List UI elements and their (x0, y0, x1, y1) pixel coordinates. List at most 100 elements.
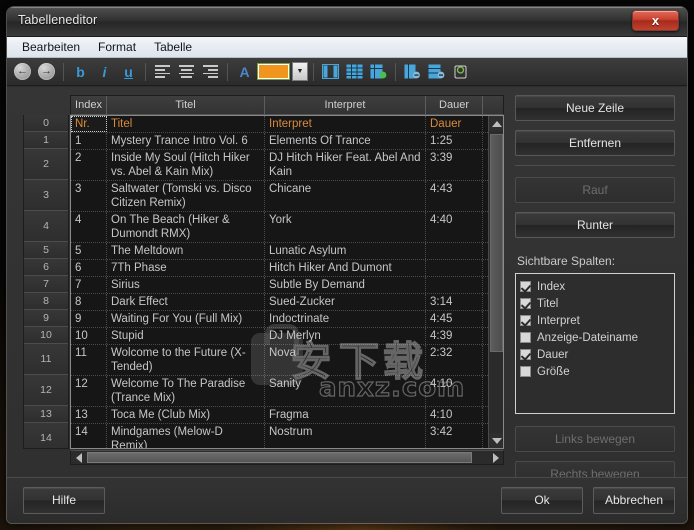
column-header-index[interactable]: Index (71, 96, 107, 114)
close-button[interactable]: x (632, 10, 679, 31)
cell-interpret[interactable]: Fragma (265, 407, 426, 423)
row-index-cell[interactable]: 2 (24, 149, 68, 180)
table-row[interactable]: 9 Waiting For You (Full Mix) Indoctrinate 4… (71, 311, 488, 328)
cell-dauer[interactable]: 4:10 (426, 376, 483, 406)
delete-row-button[interactable] (425, 60, 448, 83)
align-center-button[interactable] (175, 60, 198, 83)
menu-item-bearbeiten[interactable]: Bearbeiten (15, 38, 87, 56)
cell-titel[interactable]: Dark Effect (107, 294, 265, 310)
cell-titel[interactable]: Welcome To The Paradise (Trance Mix) (107, 376, 265, 406)
cell-dauer[interactable]: Dauer (426, 116, 483, 132)
row-index-cell[interactable]: 1 (24, 132, 68, 149)
visible-column-item[interactable]: Interpret (520, 313, 670, 328)
visible-column-item[interactable]: Dauer (520, 347, 670, 362)
cell-dauer[interactable]: 4:43 (426, 181, 483, 211)
cell-dauer[interactable]: 3:14 (426, 294, 483, 310)
scroll-left-button[interactable] (71, 451, 86, 464)
row-index-cell[interactable]: 11 (24, 344, 68, 375)
cell-titel[interactable]: Saltwater (Tomski vs. Disco Citizen Remi… (107, 181, 265, 211)
cell-index[interactable]: 3 (71, 181, 107, 211)
cell-dauer[interactable] (426, 277, 483, 293)
cell-interpret[interactable]: Nova (265, 345, 426, 375)
cell-interpret[interactable]: Interpret (265, 116, 426, 132)
cell-titel[interactable]: Inside My Soul (Hitch Hiker vs. Abel & K… (107, 150, 265, 180)
insert-column-button[interactable] (319, 60, 342, 83)
visible-columns-list[interactable]: Index Titel Interpret Anzeige-Dateiname Daue… (515, 273, 675, 414)
cell-dauer[interactable]: 3:42 (426, 424, 483, 448)
cell-titel[interactable]: Stupid (107, 328, 265, 344)
cell-interpret[interactable]: Sanity (265, 376, 426, 406)
column-header-empty[interactable] (483, 96, 503, 114)
cell-interpret[interactable]: Nostrum (265, 424, 426, 448)
cell-interpret[interactable]: Sued-Zucker (265, 294, 426, 310)
checkbox-icon[interactable] (520, 349, 531, 360)
cell-dauer[interactable]: 1:25 (426, 133, 483, 149)
horizontal-scroll-thumb[interactable] (87, 452, 472, 463)
rauf-button[interactable]: Rauf (515, 177, 675, 203)
insert-row-button[interactable] (343, 60, 366, 83)
cell-titel[interactable]: Titel (107, 116, 265, 132)
clear-table-button[interactable] (449, 60, 472, 83)
row-index-cell[interactable]: 6 (24, 259, 68, 276)
table-row[interactable]: 11 Wolcome to the Future (X-Tended) Nova 2:… (71, 345, 488, 376)
cell-dauer[interactable]: 2:32 (426, 345, 483, 375)
cell-dauer[interactable] (426, 260, 483, 276)
row-index-cell[interactable]: 10 (24, 327, 68, 344)
ok-button[interactable]: Ok (501, 487, 583, 514)
cell-index[interactable]: 10 (71, 328, 107, 344)
row-index-cell[interactable]: 0 (24, 115, 68, 132)
visible-column-item[interactable]: Anzeige-Dateiname (520, 330, 670, 345)
row-index-cell[interactable]: 4 (24, 211, 68, 242)
undo-button[interactable]: ← (11, 60, 34, 83)
cell-dauer[interactable]: 4:40 (426, 212, 483, 242)
cell-interpret[interactable]: Lunatic Asylum (265, 243, 426, 259)
cell-interpret[interactable]: York (265, 212, 426, 242)
underline-button[interactable]: u (117, 60, 140, 83)
table-row[interactable]: 5 The Meltdown Lunatic Asylum (71, 243, 488, 260)
visible-column-item[interactable]: Größe (520, 364, 670, 379)
cell-titel[interactable]: Wolcome to the Future (X-Tended) (107, 345, 265, 375)
cell-index[interactable]: 6 (71, 260, 107, 276)
align-right-button[interactable] (199, 60, 222, 83)
checkbox-icon[interactable] (520, 298, 531, 309)
add-table-button[interactable] (367, 60, 390, 83)
menu-item-format[interactable]: Format (91, 38, 143, 56)
runter-button[interactable]: Runter (515, 212, 675, 238)
redo-button[interactable]: → (35, 60, 58, 83)
cell-index[interactable]: 9 (71, 311, 107, 327)
column-header-titel[interactable]: Titel (107, 96, 265, 114)
align-left-button[interactable] (151, 60, 174, 83)
table-row[interactable]: 10 Stupid DJ Merlyn 4:39 (71, 328, 488, 345)
cell-interpret[interactable]: DJ Hitch Hiker Feat. Abel And Kain (265, 150, 426, 180)
cell-titel[interactable]: Toca Me (Club Mix) (107, 407, 265, 423)
neue-zeile-button[interactable]: Neue Zeile (515, 95, 675, 121)
table-row[interactable]: 4 On The Beach (Hiker & Dumondt RMX) York 4… (71, 212, 488, 243)
font-color-button[interactable]: A (233, 60, 256, 83)
table-row[interactable]: 7 Sirius Subtle By Demand (71, 277, 488, 294)
cell-titel[interactable]: Mystery Trance Intro Vol. 6 (107, 133, 265, 149)
cell-index[interactable]: 8 (71, 294, 107, 310)
column-header-interpret[interactable]: Interpret (265, 96, 426, 114)
horizontal-scrollbar[interactable] (70, 450, 504, 465)
cell-titel[interactable]: On The Beach (Hiker & Dumondt RMX) (107, 212, 265, 242)
checkbox-icon[interactable] (520, 332, 531, 343)
table-row[interactable]: 14 Mindgames (Melow-D Remix) Nostrum 3:42 (71, 424, 488, 448)
visible-column-item[interactable]: Index (520, 279, 670, 294)
cell-color-swatch[interactable] (257, 63, 290, 80)
row-index-cell[interactable]: 12 (24, 375, 68, 406)
cell-index[interactable]: 14 (71, 424, 107, 448)
hilfe-button[interactable]: Hilfe (23, 487, 105, 514)
cell-index[interactable]: 12 (71, 376, 107, 406)
row-index-cell[interactable]: 14 (24, 423, 68, 448)
cell-titel[interactable]: Mindgames (Melow-D Remix) (107, 424, 265, 448)
italic-button[interactable]: i (93, 60, 116, 83)
color-dropdown-button[interactable]: ▼ (292, 62, 308, 81)
cell-interpret[interactable]: Chicane (265, 181, 426, 211)
cell-index[interactable]: 5 (71, 243, 107, 259)
abbrechen-button[interactable]: Abbrechen (593, 487, 675, 514)
cell-index[interactable]: 4 (71, 212, 107, 242)
checkbox-icon[interactable] (520, 281, 531, 292)
cell-index[interactable]: 13 (71, 407, 107, 423)
scroll-down-button[interactable] (489, 433, 503, 448)
table-row[interactable]: 1 Mystery Trance Intro Vol. 6 Elements Of … (71, 133, 488, 150)
